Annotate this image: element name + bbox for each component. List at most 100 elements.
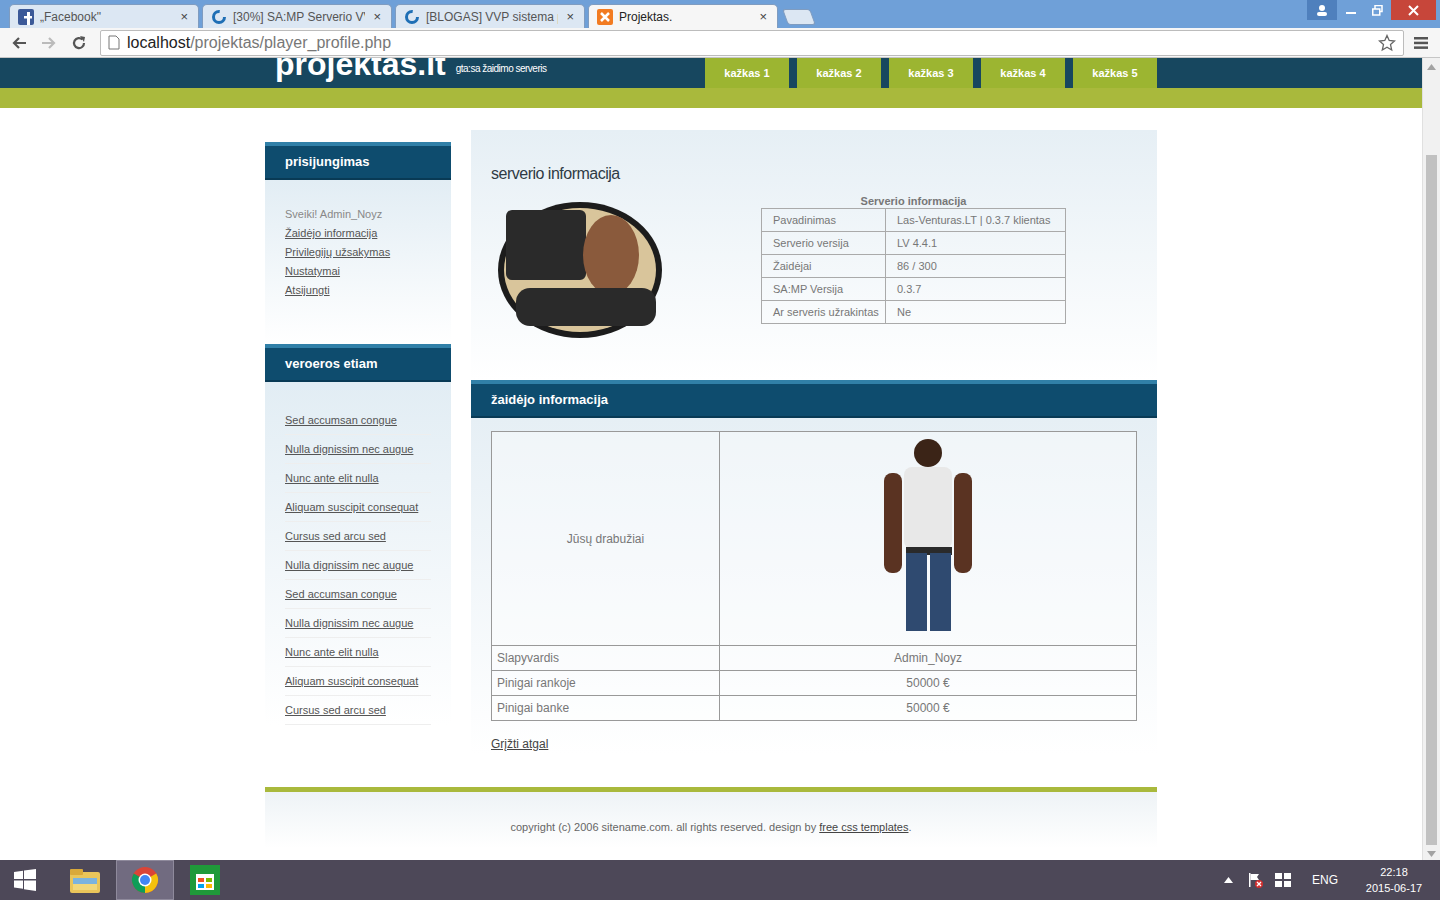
tab-close[interactable]: × — [564, 10, 576, 23]
address-bar[interactable]: localhost/projektas/player_profile.php — [100, 30, 1404, 56]
sidebar-link[interactable]: Nunc ante elit nulla — [285, 638, 431, 667]
server-info-label: Ar serveris užrakintas — [762, 301, 886, 324]
taskbar-apps — [56, 860, 234, 900]
new-tab-button[interactable] — [782, 9, 816, 25]
slogan: gta:sa žaidimo serveris — [456, 61, 547, 76]
server-info-label: Pavadinimas — [762, 209, 886, 232]
server-info-label: Serverio versija — [762, 232, 886, 255]
player-info-row: Pinigai rankoje50000 € — [492, 671, 1137, 696]
sidebar-link[interactable]: Nulla dignissim nec augue — [285, 609, 431, 638]
sidebar-link[interactable]: Nunc ante elit nulla — [285, 464, 431, 493]
server-info-table: PavadinimasLas-Venturas.LT | 0.3.7 klien… — [761, 208, 1066, 324]
tab-label: Projektas. — [619, 8, 751, 26]
facebook-icon — [18, 9, 34, 25]
nav-item[interactable]: kažkas 1 — [705, 58, 789, 88]
minimize-icon[interactable] — [1337, 0, 1364, 20]
sidebar-link[interactable]: Privilegijų užsakymas — [285, 243, 431, 262]
player-skin-cell — [720, 432, 1137, 646]
forward-icon[interactable] — [36, 30, 62, 56]
page-icon — [107, 35, 121, 51]
back-link[interactable]: Grįžti atgal — [491, 735, 548, 753]
web-page: projektas.lt gta:sa žaidimo serveris kažka… — [0, 58, 1422, 860]
sidebar-link[interactable]: Sed accumsan congue — [285, 406, 431, 435]
nav-item[interactable]: kažkas 5 — [1073, 58, 1157, 88]
login-box: Sveiki! Admin_NoyzŽaidėjo informacijaPri… — [265, 180, 451, 344]
sidebar-link[interactable]: Nustatymai — [285, 262, 431, 281]
taskbar: ENG 22:182015-06-17 — [0, 860, 1440, 900]
sidebar-link[interactable]: Cursus sed arcu sed — [285, 696, 431, 725]
sidebar-link[interactable]: Atsijungti — [285, 281, 431, 300]
server-info-row: PavadinimasLas-Venturas.LT | 0.3.7 klien… — [762, 209, 1066, 232]
browser-tab[interactable]: [BLOGAS] VVP sistema pr× — [395, 4, 585, 28]
taskbar-app[interactable] — [56, 860, 114, 900]
logo-text: projektas.lt — [275, 58, 446, 80]
nav-item[interactable]: kažkas 4 — [981, 58, 1065, 88]
scrollbar[interactable] — [1422, 58, 1440, 860]
restore-icon[interactable] — [1364, 0, 1391, 20]
nav-item[interactable]: kažkas 3 — [889, 58, 973, 88]
player-info-value: 50000 € — [720, 696, 1137, 721]
nav-item[interactable]: kažkas 2 — [797, 58, 881, 88]
header-inner: projektas.lt gta:sa žaidimo serveris kažka… — [265, 58, 1157, 88]
player-info-label: Pinigai banke — [492, 696, 720, 721]
sidebar-link[interactable]: Cursus sed arcu sed — [285, 522, 431, 551]
box-heading: veroeros etiam — [265, 344, 451, 382]
player-box: Jūsų drabužiaiSlapyvardisAdmin_NoyzPinig… — [471, 418, 1157, 755]
menu-icon[interactable] — [1408, 30, 1434, 56]
url-path: /projektas/player_profile.php — [190, 34, 391, 51]
server-info-row: Serverio versijaLV 4.4.1 — [762, 232, 1066, 255]
tab-close[interactable]: × — [178, 10, 190, 23]
action-center-flag-icon[interactable] — [1246, 872, 1264, 888]
forum-icon — [211, 9, 227, 25]
star-icon[interactable] — [1377, 33, 1397, 53]
taskbar-app[interactable] — [176, 860, 234, 900]
sidebar-link[interactable]: Nulla dignissim nec augue — [285, 435, 431, 464]
reload-icon[interactable] — [66, 30, 92, 56]
server-info-value: Las-Venturas.LT | 0.3.7 klientas — [886, 209, 1066, 232]
section-title: serverio informacija — [491, 164, 1137, 184]
taskbar-app[interactable] — [116, 860, 174, 900]
server-info-row: SA:MP Versija0.3.7 — [762, 278, 1066, 301]
footer-link[interactable]: free css templates — [819, 821, 908, 833]
close-icon[interactable] — [1391, 0, 1436, 20]
scroll-track — [1423, 75, 1440, 845]
xampp-icon — [597, 9, 613, 25]
network-icon[interactable] — [1274, 873, 1292, 887]
main-nav: kažkas 1 kažkas 2 kažkas 3 kažkas 4 kažkas 5 — [705, 58, 1157, 88]
show-hidden-icons-icon[interactable] — [1222, 877, 1236, 883]
language-indicator[interactable]: ENG — [1312, 871, 1338, 889]
sidebar-link[interactable]: Aliquam suscipit consequat — [285, 493, 431, 522]
scroll-up-icon[interactable] — [1423, 58, 1440, 75]
server-info-label: SA:MP Versija — [762, 278, 886, 301]
sidebar-link[interactable]: Sed accumsan congue — [285, 580, 431, 609]
browser-tab[interactable]: [30%] SA:MP Serverio VVP× — [202, 4, 392, 28]
player-info-value: 50000 € — [720, 671, 1137, 696]
server-info-value: Ne — [886, 301, 1066, 324]
box-heading: prisijungimas — [265, 142, 451, 180]
clock[interactable]: 22:182015-06-17 — [1362, 864, 1426, 896]
header-band — [0, 88, 1422, 108]
sidebar-link[interactable]: Žaidėjo informacija — [285, 224, 431, 243]
scroll-thumb[interactable] — [1426, 155, 1437, 845]
footer-text: copyright (c) 2006 sitename.com. all rig… — [510, 821, 819, 833]
windows-start-icon[interactable] — [0, 860, 50, 900]
server-box: serverio informacija Serverio informacija… — [471, 130, 1157, 380]
player-info-label: Pinigai rankoje — [492, 671, 720, 696]
sidebar-link[interactable]: Nulla dignissim nec augue — [285, 551, 431, 580]
tab-close[interactable]: × — [371, 10, 383, 23]
site-header: projektas.lt gta:sa žaidimo serveris kažka… — [0, 58, 1422, 88]
url: localhost/projektas/player_profile.php — [127, 31, 391, 55]
browser-tab[interactable]: Projektas. × — [588, 4, 778, 28]
page-layout: prisijungimasSveiki! Admin_NoyzŽaidėjo i… — [265, 108, 1157, 755]
browser-tab[interactable]: „Facebook"× — [9, 4, 199, 28]
table-caption: Serverio informacija — [761, 195, 1066, 208]
player-info-table: Jūsų drabužiaiSlapyvardisAdmin_NoyzPinig… — [491, 431, 1137, 721]
tab-close[interactable]: × — [757, 10, 769, 23]
box-heading: žaidėjo informacija — [471, 380, 1157, 418]
sidebar-link[interactable]: Aliquam suscipit consequat — [285, 667, 431, 696]
clock-date: 2015-06-17 — [1366, 880, 1422, 896]
url-host: localhost — [127, 34, 190, 51]
logo: projektas.lt gta:sa žaidimo serveris — [265, 58, 546, 80]
chrome-icon — [129, 864, 161, 896]
back-icon[interactable] — [6, 30, 32, 56]
